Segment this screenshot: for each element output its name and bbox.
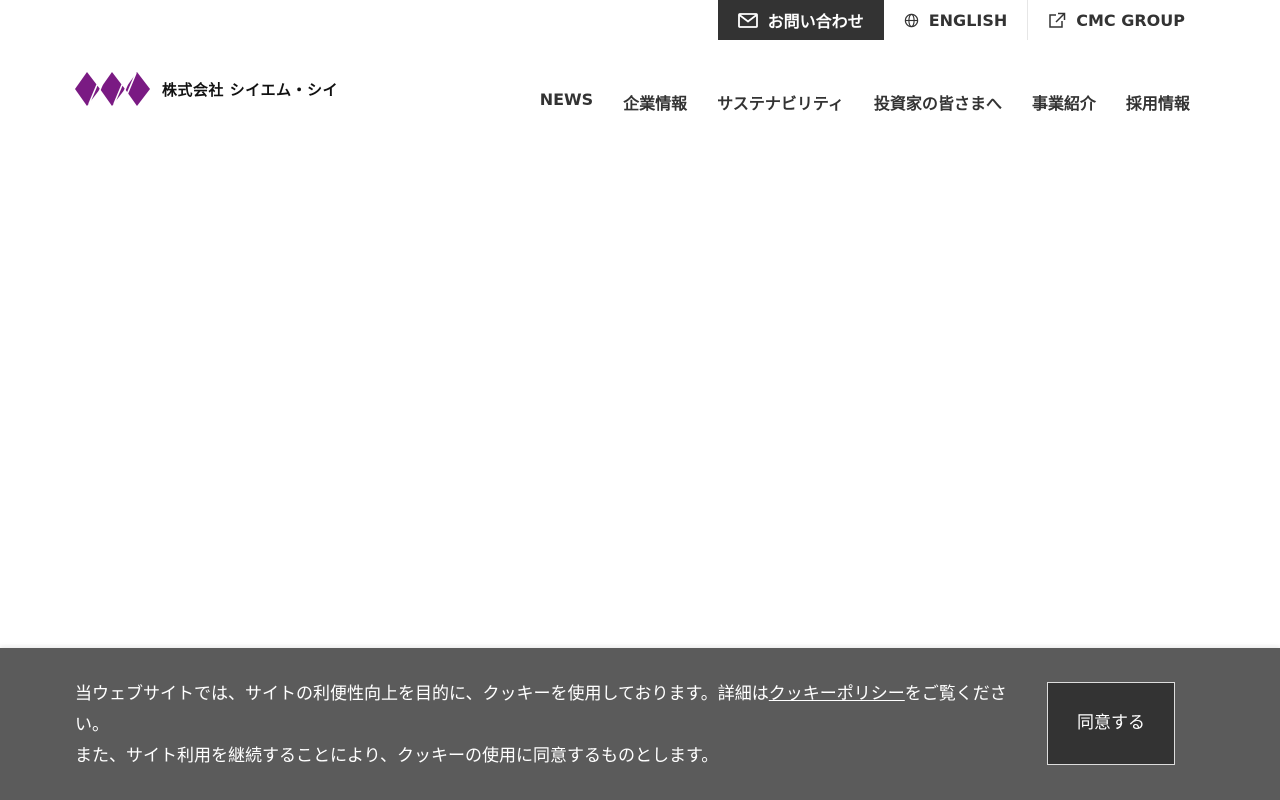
cmc-group-link[interactable]: CMC GROUP xyxy=(1028,0,1205,40)
accept-button[interactable]: 同意する xyxy=(1047,682,1175,765)
cookie-policy-link[interactable]: クッキーポリシー xyxy=(769,684,905,704)
global-nav: NEWS 企業情報 サステナビリティ 投資家の皆さまへ 事業紹介 採用情報 xyxy=(540,90,1190,114)
nav-item-company[interactable]: 企業情報 xyxy=(623,90,687,114)
mail-icon xyxy=(737,12,758,28)
english-label: ENGLISH xyxy=(928,10,1008,30)
english-link[interactable]: ENGLISH xyxy=(884,0,1029,40)
cookie-banner: 当ウェブサイトでは、サイトの利便性向上を目的に、クッキーを使用しております。詳細… xyxy=(0,648,1280,800)
logo-mark xyxy=(75,72,150,106)
contact-label: お問い合わせ xyxy=(767,12,864,31)
cookie-message: 当ウェブサイトでは、サイトの利便性向上を目的に、クッキーを使用しております。詳細… xyxy=(75,679,1020,772)
cmc-group-label: CMC GROUP xyxy=(1076,10,1185,30)
globe-icon xyxy=(904,13,919,28)
utility-bar: お問い合わせ ENGLISH CMC GROUP xyxy=(717,0,1205,40)
external-link-icon xyxy=(1048,12,1066,28)
contact-link[interactable]: お問い合わせ xyxy=(717,0,884,40)
company-name: 株式会社 シイエム・シイ xyxy=(162,80,339,99)
company-logo[interactable]: 株式会社 シイエム・シイ xyxy=(75,70,338,108)
nav-item-investors[interactable]: 投資家の皆さまへ xyxy=(874,90,1002,114)
nav-item-news[interactable]: NEWS xyxy=(540,90,594,114)
nav-item-business[interactable]: 事業紹介 xyxy=(1032,90,1096,114)
cookie-text-before: 当ウェブサイトでは、サイトの利便性向上を目的に、クッキーを使用しております。詳細… xyxy=(75,684,769,704)
cookie-text-line2: また、サイト利用を継続することにより、クッキーの使用に同意するものとします。 xyxy=(75,746,719,766)
nav-item-sustainability[interactable]: サステナビリティ xyxy=(717,90,844,114)
nav-item-recruit[interactable]: 採用情報 xyxy=(1126,90,1190,114)
